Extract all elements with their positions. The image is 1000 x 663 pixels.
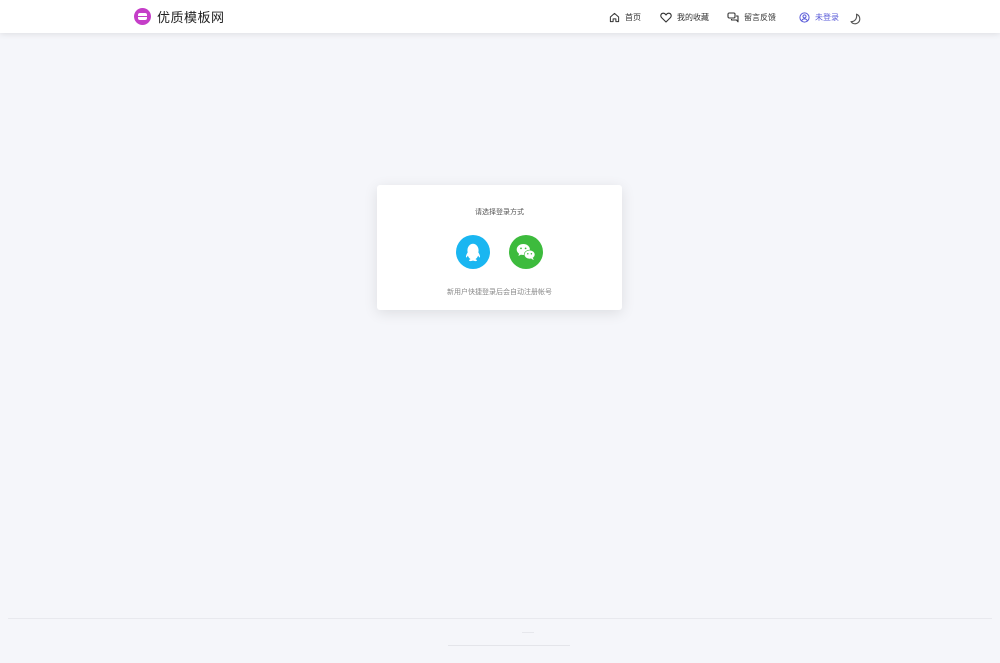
chat-bubbles-icon: [727, 11, 739, 22]
nav-label-feedback: 留言反馈: [744, 12, 776, 22]
login-method-card: 请选择登录方式 新用户快捷登录后会自动注册帐号: [377, 185, 622, 310]
wechat-login-button[interactable]: [509, 235, 543, 269]
footer-copyright-line: [522, 632, 534, 633]
nav-item-login[interactable]: 未登录: [799, 9, 839, 25]
nav-item-favorites[interactable]: 我的收藏: [660, 9, 709, 25]
footer-links-line: [448, 645, 570, 646]
login-card-title: 请选择登录方式: [475, 208, 524, 216]
nav-item-feedback[interactable]: 留言反馈: [727, 9, 776, 25]
qq-login-button[interactable]: [456, 235, 490, 269]
qq-penguin-icon: [465, 243, 481, 262]
nav-label-login: 未登录: [815, 12, 839, 22]
nav-label-favorites: 我的收藏: [677, 12, 709, 22]
theme-toggle-button[interactable]: [849, 10, 863, 25]
heart-icon: [660, 12, 672, 23]
nav-label-home: 首页: [625, 12, 641, 22]
smiley-logo-icon: [134, 8, 151, 25]
user-circle-icon: [799, 11, 810, 23]
top-navigation-bar: 优质模板网 首页 我的收藏 留言反馈 未登录: [0, 0, 1000, 33]
brand-name: 优质模板网: [157, 11, 225, 26]
home-icon: [609, 12, 620, 22]
footer-divider: [8, 618, 992, 619]
auto-register-note: 新用户快捷登录后会自动注册帐号: [447, 288, 552, 296]
moon-icon: [850, 13, 861, 25]
nav-item-home[interactable]: 首页: [609, 9, 641, 25]
brand[interactable]: 优质模板网: [134, 7, 225, 26]
wechat-icon: [516, 244, 536, 260]
